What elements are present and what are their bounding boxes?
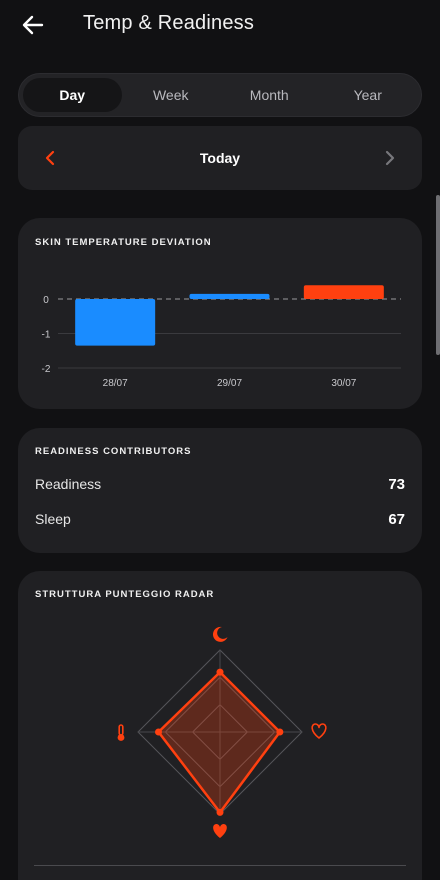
readiness-contributors-title: READINESS CONTRIBUTORS [35,446,192,457]
skin-temperature-card: 0 -1 -2 28/07 29/07 30/07 SKIN TEMPERATURE DE… [18,218,422,409]
radar-score-card: STRUTTURA PUNTEGGIO RADAR [18,571,422,880]
y-tick-label: -1 [42,330,51,341]
contributor-value: 67 [388,510,405,528]
contributor-row-sleep[interactable]: Sleep 67 [35,509,405,529]
arrow-left-icon [22,15,44,35]
bar-30-07 [303,285,384,299]
scrollbar[interactable] [436,195,440,355]
y-tick-label: -2 [42,364,51,375]
date-navigator: Today [18,126,422,190]
radar-point [276,728,284,736]
chevron-right-icon [385,150,395,166]
next-day-button[interactable] [380,148,400,168]
moon-icon-shape [212,626,228,642]
tab-month[interactable]: Month [220,78,319,112]
radar-point [216,668,224,676]
heart-icon [213,824,227,838]
radar-chart [117,626,327,838]
heart-outline-icon-shape [311,723,327,739]
divider [34,865,406,866]
tab-week[interactable]: Week [122,78,221,112]
skin-temperature-title: SKIN TEMPERATURE DEVIATION [35,237,212,248]
tab-day[interactable]: Day [23,78,122,112]
bar-29-07 [189,293,270,299]
readiness-contributors-card: READINESS CONTRIBUTORS Readiness 73 Slee… [18,428,422,553]
thermometer-stem [118,724,124,736]
y-tick-label: 0 [43,295,49,306]
tab-year[interactable]: Year [319,78,418,112]
contributor-value: 73 [388,475,405,493]
thermometer-bulb [117,734,125,741]
bar-28-07 [75,299,156,346]
radar-point [216,808,224,816]
previous-day-button[interactable] [40,148,60,168]
thermometer-icon [117,724,125,741]
back-button[interactable] [18,10,48,40]
contributor-row-readiness[interactable]: Readiness 73 [35,474,405,494]
moon-icon [212,626,228,642]
x-tick-label: 28/07 [103,378,128,389]
contributor-label: Sleep [35,511,71,527]
heart-outline-icon [311,723,327,739]
current-date-label: Today [199,150,241,166]
contributor-label: Readiness [35,476,102,492]
page-title: Temp & Readiness [83,12,255,34]
period-tabs: Day Week Month Year [18,73,422,117]
app-header: Temp & Readiness [0,0,440,56]
x-tick-label: 30/07 [331,378,356,389]
x-tick-label: 29/07 [217,378,242,389]
heart-icon-shape [213,824,227,838]
radar-point [155,728,162,736]
chevron-left-icon [45,150,55,166]
